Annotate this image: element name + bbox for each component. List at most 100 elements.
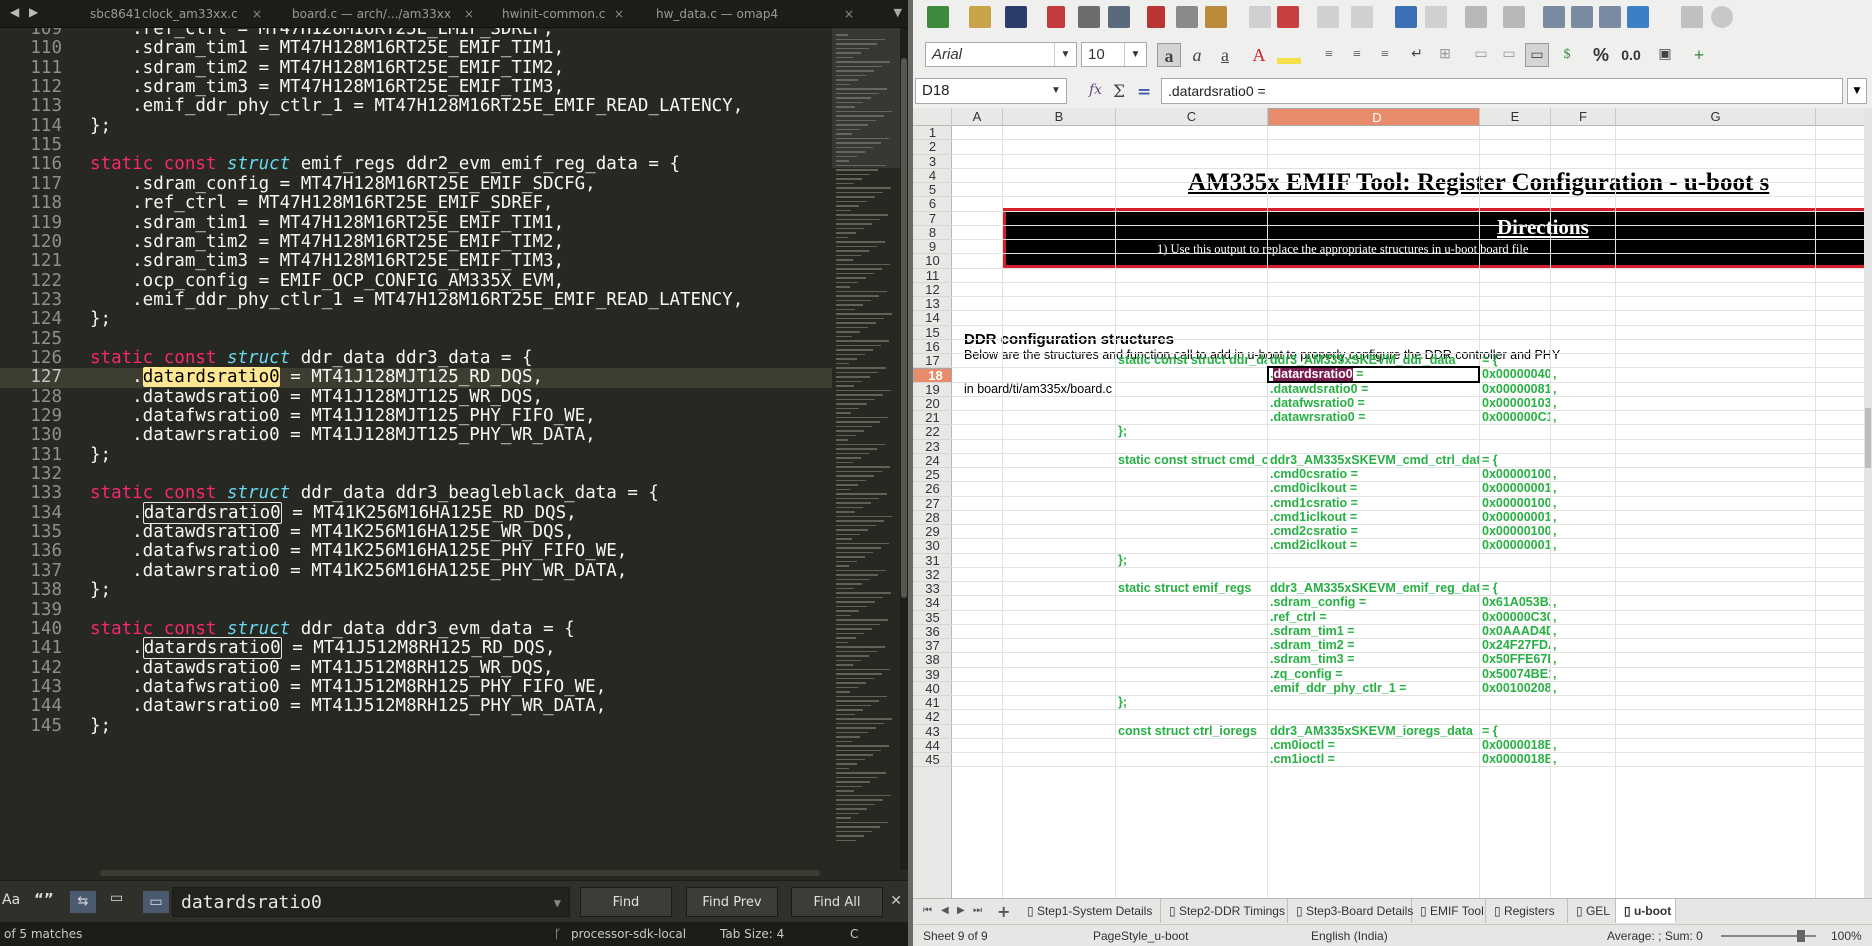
column-icon[interactable] — [1503, 6, 1525, 28]
code-line[interactable]: 142 .datawdsratio0 = MT41J512M8RH125_WR_… — [0, 658, 832, 678]
row-header[interactable]: 13 — [913, 296, 952, 312]
row-header[interactable]: 34 — [913, 595, 952, 611]
row-header[interactable]: 27 — [913, 496, 952, 511]
cell-d45[interactable]: .cm1ioctl = — [1270, 751, 1479, 768]
code-line[interactable]: 115 — [0, 135, 832, 155]
sheet-tab[interactable]: ▯ GEL — [1568, 899, 1616, 923]
cell-f40[interactable]: , — [1553, 680, 1615, 697]
number-format-icon[interactable]: ▣ — [1653, 43, 1677, 67]
export-pdf-icon[interactable] — [1047, 6, 1065, 28]
case-sensitive-toggle[interactable]: Aa — [2, 892, 20, 908]
cell-d40[interactable]: .emif_ddr_phy_ctlr_1 = — [1270, 680, 1479, 697]
align-right-icon[interactable]: ≡ — [1373, 43, 1397, 67]
sheet-tab[interactable]: ▯ Step1-System Details — [1019, 899, 1161, 923]
chevron-down-icon[interactable]: ▼ — [1046, 79, 1066, 103]
row-icon[interactable] — [1465, 6, 1487, 28]
expand-formula-icon[interactable]: ▼ — [1847, 78, 1867, 104]
sort-ascending-icon[interactable] — [1571, 6, 1593, 28]
column-header-c[interactable]: C — [1116, 108, 1268, 126]
font-size-select[interactable]: 10 ▼ — [1081, 42, 1147, 67]
chevron-down-icon[interactable]: ▼ — [1054, 43, 1076, 66]
save-icon[interactable] — [1005, 6, 1027, 28]
undo-icon[interactable] — [1317, 6, 1339, 28]
code-line[interactable]: 116 static const struct emif_regs ddr2_ev… — [0, 155, 832, 175]
function-wizard-icon[interactable]: fx — [1089, 82, 1102, 98]
cell-c43[interactable]: const struct ctrl_ioregs — [1118, 723, 1267, 740]
image-icon[interactable] — [1681, 6, 1703, 28]
code-line[interactable]: 120 .sdram_tim2 = MT47H128M16RT25E_EMIF_… — [0, 232, 832, 252]
highlight-color-icon[interactable] — [1277, 58, 1301, 64]
equals-icon[interactable]: = — [1137, 82, 1151, 102]
row-header[interactable]: 45 — [913, 752, 952, 768]
editor-vertical-scrollbar[interactable] — [900, 28, 908, 870]
scrollbar-thumb[interactable] — [1865, 408, 1871, 468]
paste-icon[interactable] — [1205, 6, 1227, 28]
currency-icon[interactable]: $ — [1555, 43, 1579, 67]
close-icon[interactable]: ✕ — [890, 893, 902, 909]
highlight-matches-toggle-icon[interactable]: ▭ — [143, 891, 169, 913]
row-header[interactable]: 42 — [913, 709, 952, 725]
align-center-icon[interactable]: ≡ — [1345, 43, 1369, 67]
italic-icon[interactable]: a — [1185, 43, 1209, 67]
code-line[interactable]: 113 .emif_ddr_phy_ctlr_1 = MT47H128M16RT… — [0, 97, 832, 117]
cell-e30[interactable]: 0x00000001 — [1482, 537, 1550, 554]
wrap-toggle-icon[interactable]: ⇆ — [70, 891, 96, 913]
column-header-g[interactable]: G — [1616, 108, 1816, 126]
cell-c41[interactable]: }; — [1118, 694, 1267, 711]
row-header[interactable]: 23 — [913, 439, 952, 454]
cell-c17[interactable]: static const struct ddr_data — [1118, 352, 1267, 369]
tab-size[interactable]: Tab Size: 4 — [720, 922, 784, 946]
cell-e40[interactable]: 0x00100208 — [1482, 680, 1550, 697]
code-editor[interactable]: ◀ ▶ sbc8641 clock_am33xx.c × board.c — ar… — [0, 0, 908, 946]
underline-icon[interactable]: a — [1213, 43, 1237, 67]
row-header[interactable]: 21 — [913, 410, 952, 426]
cell-f45[interactable]: , — [1553, 751, 1615, 768]
code-line[interactable]: 128 .datawdsratio0 = MT41J128MJT125_WR_D… — [0, 387, 832, 407]
sheet-tab[interactable]: ▯ Step2-DDR Timings — [1161, 899, 1288, 923]
row-header[interactable]: 9 — [913, 239, 952, 255]
last-sheet-icon[interactable]: ⏭ — [973, 905, 982, 916]
open-folder-icon[interactable] — [969, 6, 991, 28]
row-header[interactable]: 40 — [913, 681, 952, 696]
code-line[interactable]: 110 .sdram_tim1 = MT47H128M16RT25E_EMIF_… — [0, 38, 832, 58]
row-header[interactable]: 35 — [913, 610, 952, 625]
code-line[interactable]: 127 .datardsratio0 = MT41J128MJT125_RD_D… — [0, 367, 832, 388]
page-style[interactable]: PageStyle_u-boot — [1093, 925, 1188, 946]
close-icon[interactable]: × — [614, 0, 624, 28]
row-header[interactable]: 8 — [913, 225, 952, 240]
row-header[interactable]: 20 — [913, 396, 952, 411]
editor-tab[interactable]: hw_data.c — omap4 × — [646, 0, 862, 28]
code-line[interactable]: 123 .emif_ddr_phy_ctlr_1 = MT47H128M16RT… — [0, 290, 832, 310]
code-line[interactable]: 130 .datawrsratio0 = MT41J128MJT125_PHY_… — [0, 425, 832, 445]
whole-word-toggle[interactable]: “” — [34, 890, 54, 908]
sheet-vertical-scrollbar[interactable] — [1864, 108, 1872, 898]
select-all-corner[interactable] — [913, 108, 952, 126]
code-line[interactable]: 138}; — [0, 580, 832, 600]
row-header[interactable]: 18 — [913, 368, 952, 383]
code-line[interactable]: 145}; — [0, 716, 832, 736]
row-header[interactable]: 16 — [913, 339, 952, 354]
code-line[interactable]: 121 .sdram_tim3 = MT47H128M16RT25E_EMIF_… — [0, 251, 832, 271]
row-header[interactable]: 41 — [913, 695, 952, 711]
cell-f30[interactable]: , — [1553, 537, 1615, 554]
cell-c22[interactable]: }; — [1118, 423, 1267, 440]
code-line[interactable]: 144 .datawrsratio0 = MT41J512M8RH125_PHY… — [0, 696, 832, 716]
clear-format-icon[interactable] — [1277, 6, 1299, 28]
print-icon[interactable] — [1078, 6, 1100, 28]
cell-e45[interactable]: 0x0000018B — [1482, 751, 1550, 768]
row-header[interactable]: 25 — [913, 467, 952, 483]
minimap[interactable] — [832, 28, 900, 870]
row-header[interactable]: 33 — [913, 581, 952, 597]
zoom-level[interactable]: 100% — [1831, 925, 1862, 946]
editor-tab[interactable]: sbc8641 — [80, 0, 140, 28]
cell-f21[interactable]: , — [1553, 409, 1615, 426]
column-header-e[interactable]: E — [1480, 108, 1551, 126]
cell-c31[interactable]: }; — [1118, 552, 1267, 569]
cut-icon[interactable] — [1147, 6, 1165, 28]
prev-sheet-icon[interactable]: ◀ — [941, 905, 949, 916]
sheet-tab[interactable]: ▯ EMIF Tool — [1412, 899, 1486, 923]
row-header[interactable]: 22 — [913, 424, 952, 440]
row-header[interactable]: 28 — [913, 510, 952, 525]
code-line[interactable]: 140 static const struct ddr_data ddr3_evm… — [0, 619, 832, 639]
column-header-b[interactable]: B — [1003, 108, 1116, 126]
